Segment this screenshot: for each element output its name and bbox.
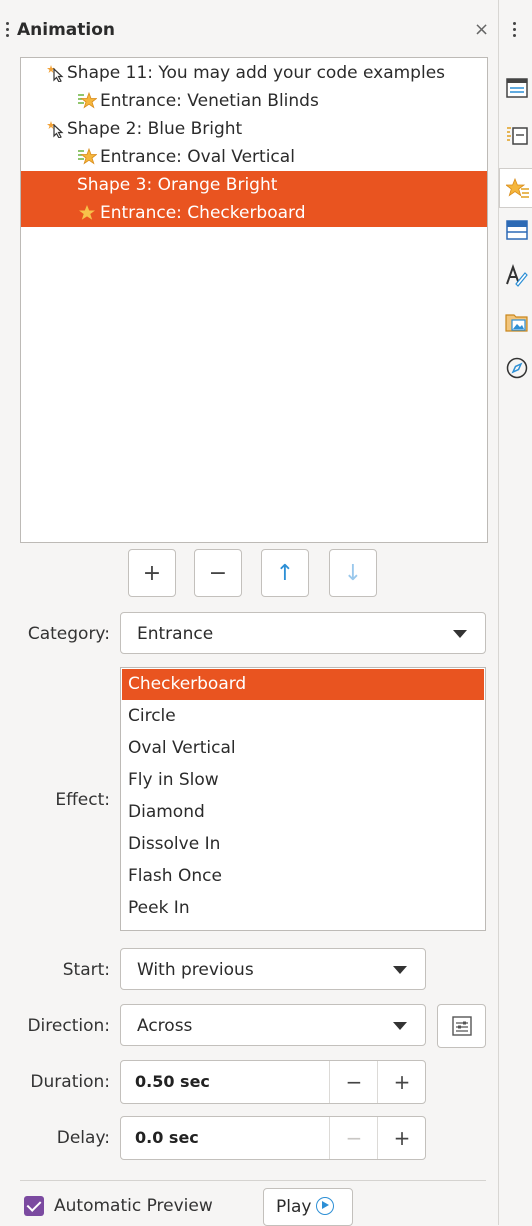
chevron-down-icon (393, 966, 407, 974)
gallery-icon[interactable] (505, 310, 529, 334)
list-item-selected[interactable]: Shape 3: Orange Bright (21, 171, 487, 199)
options-sliders-icon (452, 1016, 472, 1036)
list-item-selected[interactable]: Entrance: Checkerboard (21, 199, 487, 227)
drag-grip-icon[interactable] (513, 22, 517, 40)
move-up-button[interactable]: ↑ (261, 549, 309, 597)
effect-option[interactable]: Dissolve In (122, 829, 484, 860)
automatic-preview-label[interactable]: Automatic Preview (54, 1196, 213, 1216)
slide-transition-icon[interactable] (505, 124, 529, 148)
delay-value[interactable]: 0.0 sec (135, 1117, 199, 1159)
start-label: Start: (62, 960, 110, 980)
direction-value: Across (137, 1016, 193, 1036)
list-item-label: Shape 2: Blue Bright (67, 119, 243, 139)
animation-list[interactable]: Shape 11: You may add your code examples… (20, 57, 488, 543)
chevron-down-icon (453, 630, 467, 638)
list-item-label: Entrance: Venetian Blinds (100, 91, 319, 111)
duration-increment-button[interactable]: + (377, 1061, 426, 1103)
delay-increment-button[interactable]: + (377, 1117, 426, 1159)
duration-value[interactable]: 0.50 sec (135, 1061, 210, 1103)
effect-option[interactable]: Checkerboard (122, 669, 484, 700)
list-item-label: Entrance: Oval Vertical (100, 147, 295, 167)
list-item-label: Shape 3: Orange Bright (77, 175, 278, 195)
list-item[interactable]: Entrance: Venetian Blinds (21, 87, 487, 115)
effect-option[interactable]: Circle (122, 701, 484, 732)
list-item[interactable]: Shape 2: Blue Bright (21, 115, 487, 143)
delay-decrement-button[interactable]: − (329, 1117, 378, 1159)
list-item-label: Entrance: Checkerboard (100, 203, 306, 223)
duration-label: Duration: (30, 1072, 110, 1092)
drag-grip-icon[interactable] (6, 22, 10, 38)
play-icon (316, 1197, 334, 1215)
effect-option[interactable]: Fly in Slow (122, 765, 484, 796)
effect-options-button[interactable] (437, 1004, 486, 1048)
effect-option[interactable]: Flash Once (122, 861, 484, 892)
master-slides-icon[interactable] (505, 218, 529, 242)
category-dropdown[interactable]: Entrance (120, 612, 486, 654)
start-value: With previous (137, 960, 254, 980)
direction-label: Direction: (27, 1016, 110, 1036)
effect-star-icon (78, 148, 97, 165)
add-effect-button[interactable]: + (128, 549, 176, 597)
direction-dropdown[interactable]: Across (120, 1004, 426, 1046)
start-dropdown[interactable]: With previous (120, 948, 426, 990)
properties-icon[interactable] (505, 76, 529, 100)
animation-sidebar-panel: Animation × Shape 11: You may add your c… (0, 0, 498, 1226)
category-label: Category: (27, 624, 110, 644)
delay-label: Delay: (56, 1128, 110, 1148)
close-icon[interactable]: × (474, 21, 489, 39)
sidebar-tab-animation[interactable] (499, 168, 532, 208)
effect-star-icon (78, 92, 97, 109)
automatic-preview-checkbox[interactable] (24, 1196, 44, 1216)
list-item-label: Shape 11: You may add your code examples (67, 63, 446, 83)
effect-list[interactable]: Checkerboard Circle Oval Vertical Fly in… (120, 667, 486, 931)
effect-option[interactable]: Peek In (122, 893, 484, 924)
category-value: Entrance (137, 624, 214, 644)
cursor-star-icon (47, 65, 64, 82)
list-item[interactable]: Shape 11: You may add your code examples (21, 59, 487, 87)
effect-option[interactable]: Diamond (122, 797, 484, 828)
chevron-down-icon (393, 1022, 407, 1030)
play-button[interactable]: Play (263, 1188, 353, 1226)
divider (20, 1180, 486, 1181)
delay-stepper[interactable]: 0.0 sec − + (120, 1116, 426, 1160)
panel-title: Animation (17, 20, 116, 40)
effect-label: Effect: (55, 790, 110, 810)
list-item[interactable]: Entrance: Oval Vertical (21, 143, 487, 171)
sidebar-tab-bar (498, 0, 532, 1225)
effect-option[interactable]: Oval Vertical (122, 733, 484, 764)
cursor-star-icon (47, 121, 64, 138)
navigator-compass-icon[interactable] (505, 356, 529, 380)
panel-header: Animation × (0, 12, 498, 48)
duration-stepper[interactable]: 0.50 sec − + (120, 1060, 426, 1104)
move-down-button[interactable]: ↓ (329, 549, 377, 597)
styles-icon[interactable] (505, 264, 529, 288)
remove-effect-button[interactable]: − (194, 549, 242, 597)
effect-star-icon (79, 205, 95, 220)
animation-star-icon (506, 177, 529, 198)
play-label: Play (276, 1197, 312, 1217)
duration-decrement-button[interactable]: − (329, 1061, 378, 1103)
